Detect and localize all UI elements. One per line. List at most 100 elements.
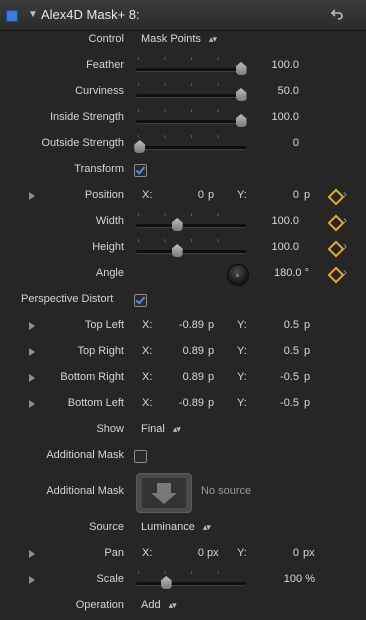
effect-header: ▼ Alex4D Mask+ 8: [0, 0, 366, 31]
keyframe-button-icon[interactable] [327, 214, 345, 232]
chevron-right-icon[interactable]: › [343, 187, 347, 201]
bottom-right-row: Bottom Right X: 0.89 p Y: -0.5 p [0, 366, 366, 392]
angle-dial[interactable] [227, 264, 249, 286]
bottom-right-x-value[interactable]: 0.89 [144, 371, 204, 383]
feather-label: Feather [86, 59, 124, 71]
unit-label: px [207, 547, 219, 559]
slider-track [136, 120, 246, 124]
image-well[interactable] [136, 473, 192, 513]
collapse-triangle-icon[interactable]: ▼ [28, 9, 38, 20]
keyframe-button-icon[interactable] [327, 188, 345, 206]
additional-mask-toggle-row: Additional Mask [0, 444, 366, 470]
position-y-value[interactable]: 0 [239, 189, 299, 201]
unit-label: p [304, 371, 311, 383]
unit-label: p [304, 189, 311, 201]
source-row: Source Luminance ▴▾ [0, 516, 366, 542]
top-left-label: Top Left [84, 319, 124, 331]
height-row: Height 100.0 › [0, 236, 366, 262]
slider-knob[interactable] [160, 576, 172, 589]
bottom-left-y-value[interactable]: -0.5 [239, 397, 299, 409]
popup-arrows-icon: ▴▾ [202, 522, 211, 532]
curviness-slider[interactable] [136, 80, 247, 106]
curviness-label: Curviness [75, 85, 124, 97]
expand-triangle-icon[interactable] [29, 192, 35, 200]
height-value[interactable]: 100.0 [271, 241, 299, 253]
top-right-y-value[interactable]: 0.5 [239, 345, 299, 357]
keyframe-button-icon[interactable] [327, 266, 345, 284]
expand-triangle-icon[interactable] [29, 374, 35, 382]
scale-slider[interactable] [136, 568, 246, 594]
top-right-x-value[interactable]: 0.89 [144, 345, 204, 357]
slider-track [136, 68, 246, 72]
angle-row: Angle 180.0 ° › [0, 262, 366, 288]
expand-triangle-icon[interactable] [29, 322, 35, 330]
expand-triangle-icon[interactable] [29, 576, 35, 584]
drop-arrow-icon [151, 483, 177, 504]
scale-value[interactable]: 100 % [284, 573, 315, 585]
feather-slider[interactable] [136, 54, 247, 80]
source-popup[interactable]: Luminance ▴▾ [141, 521, 211, 533]
slider-track [136, 94, 246, 98]
top-left-y-value[interactable]: 0.5 [239, 319, 299, 331]
angle-value[interactable]: 180.0 ° [274, 267, 309, 279]
pan-label: Pan [104, 547, 124, 559]
transform-label: Transform [74, 163, 124, 175]
unit-label: p [304, 397, 311, 409]
expand-triangle-icon[interactable] [29, 400, 35, 408]
show-popup[interactable]: Final ▴▾ [141, 423, 181, 435]
dial-indicator [236, 274, 239, 277]
bottom-right-y-value[interactable]: -0.5 [239, 371, 299, 383]
perspective-distort-checkbox[interactable] [134, 294, 147, 307]
slider-knob[interactable] [235, 62, 247, 75]
slider-knob[interactable] [171, 244, 183, 257]
slider-knob[interactable] [171, 218, 183, 231]
slider-ticks [138, 57, 244, 60]
slider-knob[interactable] [235, 88, 247, 101]
expand-triangle-icon[interactable] [29, 348, 35, 356]
slider-ticks [138, 571, 244, 574]
top-left-x-value[interactable]: -0.89 [144, 319, 204, 331]
outside-strength-slider[interactable] [134, 132, 246, 158]
expand-triangle-icon[interactable] [29, 550, 35, 558]
top-left-row: Top Left X: -0.89 p Y: 0.5 p [0, 314, 366, 340]
scale-row: Scale 100 % [0, 568, 366, 594]
no-source-text: No source [201, 485, 252, 497]
chevron-right-icon[interactable]: › [343, 239, 347, 253]
slider-knob[interactable] [134, 140, 146, 153]
effect-enable-checkbox[interactable] [6, 10, 18, 22]
width-value[interactable]: 100.0 [271, 215, 299, 227]
chevron-right-icon[interactable]: › [343, 213, 347, 227]
width-label: Width [95, 215, 124, 227]
bottom-left-x-value[interactable]: -0.89 [144, 397, 204, 409]
keyframe-button-icon[interactable] [327, 240, 345, 258]
pan-row: Pan X: 0 px Y: 0 px [0, 542, 366, 568]
additional-mask-checkbox[interactable] [134, 450, 147, 463]
scale-label: Scale [96, 573, 124, 585]
position-x-value[interactable]: 0 [144, 189, 204, 201]
slider-knob[interactable] [235, 114, 247, 127]
operation-popup[interactable]: Add ▴▾ [141, 599, 177, 611]
top-right-row: Top Right X: 0.89 p Y: 0.5 p [0, 340, 366, 366]
chevron-right-icon[interactable]: › [343, 265, 347, 279]
slider-ticks [138, 135, 244, 138]
unit-label: px [303, 547, 315, 559]
curviness-value[interactable]: 50.0 [278, 85, 299, 97]
transform-checkbox[interactable] [134, 164, 147, 177]
inside-strength-value[interactable]: 100.0 [271, 111, 299, 123]
show-row: Show Final ▴▾ [0, 418, 366, 444]
outside-strength-value[interactable]: 0 [293, 137, 299, 149]
width-slider[interactable] [136, 210, 246, 236]
source-label: Source [89, 521, 124, 533]
reset-arrow-icon[interactable] [330, 7, 344, 21]
control-label: Control [88, 33, 124, 45]
inside-strength-slider[interactable] [136, 106, 247, 132]
height-slider[interactable] [136, 236, 246, 262]
operation-row: Operation Add ▴▾ [0, 594, 366, 620]
control-popup[interactable]: Mask Points ▴▾ [141, 33, 217, 45]
feather-value[interactable]: 100.0 [271, 59, 299, 71]
image-well-inner [142, 478, 186, 508]
pan-x-value[interactable]: 0 [144, 547, 204, 559]
pan-y-value[interactable]: 0 [239, 547, 299, 559]
perspective-distort-label: Perspective Distort [21, 293, 114, 305]
popup-arrows-icon: ▴▾ [172, 424, 181, 434]
